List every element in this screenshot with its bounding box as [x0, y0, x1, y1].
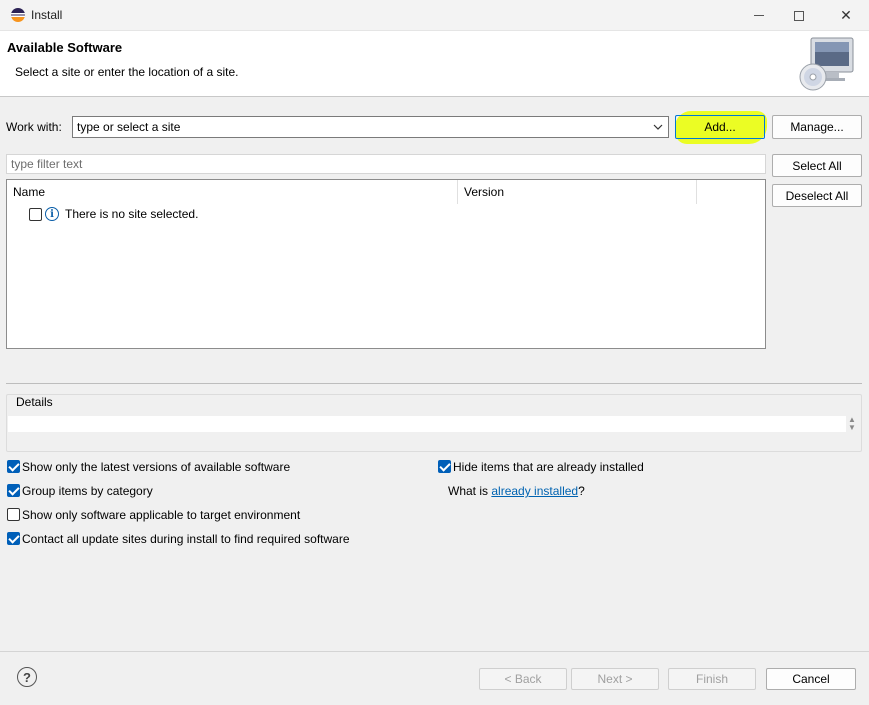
install-computer-cd-icon [799, 37, 854, 91]
cancel-button[interactable]: Cancel [766, 668, 856, 690]
details-scrollbar[interactable]: ▲ ▼ [846, 416, 858, 436]
divider [6, 383, 862, 384]
contact-update-sites-label[interactable]: Contact all update sites during install … [22, 532, 350, 546]
column-header-filler [697, 180, 765, 204]
work-with-combo[interactable]: type or select a site [72, 116, 669, 138]
minimize-button[interactable] [737, 0, 781, 31]
already-installed-link[interactable]: already installed [491, 484, 578, 498]
what-is-suffix: ? [578, 484, 585, 498]
chevron-down-icon [653, 124, 663, 130]
group-by-category-checkbox[interactable] [7, 484, 20, 497]
select-all-button[interactable]: Select All [772, 154, 862, 177]
filter-input[interactable]: type filter text [6, 154, 766, 174]
details-label: Details [15, 395, 54, 409]
latest-versions-checkbox[interactable] [7, 460, 20, 473]
back-button[interactable]: < Back [479, 668, 567, 690]
info-icon: i [45, 207, 59, 221]
add-button[interactable]: Add... [675, 115, 765, 139]
row-checkbox[interactable] [29, 208, 42, 221]
next-button[interactable]: Next > [571, 668, 659, 690]
table-row[interactable]: i There is no site selected. [7, 204, 765, 224]
window-title: Install [31, 8, 63, 22]
work-with-label: Work with: [6, 120, 62, 134]
footer-divider [0, 651, 869, 652]
page-subtitle: Select a site or enter the location of a… [15, 65, 239, 79]
column-header-name[interactable]: Name [7, 180, 458, 204]
group-by-category-label[interactable]: Group items by category [22, 484, 153, 498]
close-button[interactable]: ✕ [824, 0, 868, 31]
row-name: There is no site selected. [65, 207, 199, 221]
wizard-header: Available Software Select a site or ente… [0, 31, 869, 97]
details-text-area[interactable] [8, 416, 846, 432]
help-icon[interactable]: ? [17, 667, 37, 687]
deselect-all-button[interactable]: Deselect All [772, 184, 862, 207]
what-is-prefix: What is [448, 484, 489, 498]
maximize-icon [794, 10, 804, 21]
hide-installed-checkbox[interactable] [438, 460, 451, 473]
manage-button[interactable]: Manage... [772, 115, 862, 139]
software-table[interactable]: Name Version i There is no site selected… [6, 179, 766, 349]
page-title: Available Software [7, 40, 123, 55]
target-environment-label[interactable]: Show only software applicable to target … [22, 508, 300, 522]
eclipse-logo-icon [11, 8, 25, 22]
hide-installed-label[interactable]: Hide items that are already installed [453, 460, 644, 474]
latest-versions-label[interactable]: Show only the latest versions of availab… [22, 460, 290, 474]
target-environment-checkbox[interactable] [7, 508, 20, 521]
finish-button[interactable]: Finish [668, 668, 756, 690]
maximize-button[interactable] [777, 0, 821, 31]
close-icon: ✕ [840, 7, 852, 23]
what-is-installed: What is already installed? [448, 484, 585, 498]
column-header-version[interactable]: Version [458, 180, 697, 204]
contact-update-sites-checkbox[interactable] [7, 532, 20, 545]
minimize-icon [754, 15, 764, 16]
work-with-value: type or select a site [77, 120, 181, 134]
